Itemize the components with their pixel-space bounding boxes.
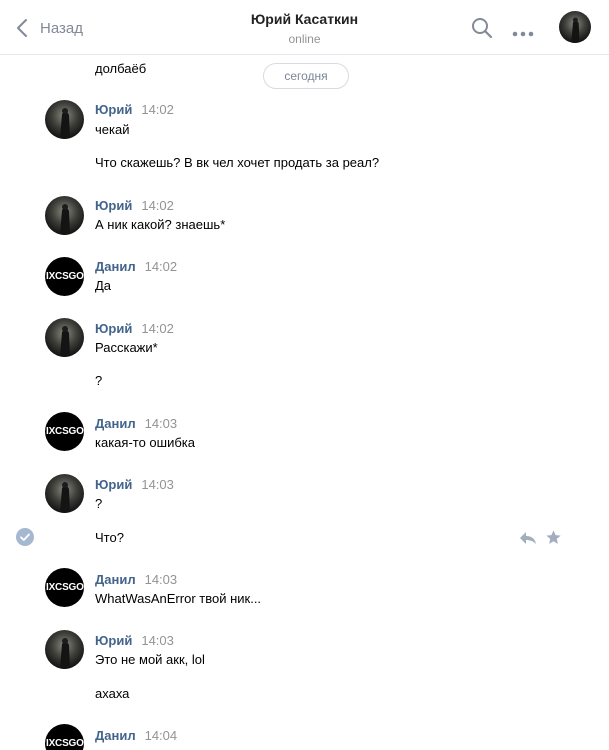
message-text: ?	[95, 373, 103, 388]
message-time[interactable]: 14:02	[145, 259, 178, 274]
avatar-text: IXCSGO	[46, 582, 84, 593]
avatar[interactable]	[45, 196, 84, 235]
avatar[interactable]	[45, 474, 84, 513]
message-text: ахаха	[95, 686, 130, 701]
message-header: Юрий 14:02	[95, 198, 174, 214]
message-time[interactable]: 14:03	[141, 633, 174, 648]
more-dots-icon[interactable]	[512, 24, 534, 42]
sender-name[interactable]: Данил	[95, 259, 136, 274]
message-header: Данил 14:03	[95, 416, 177, 432]
message-feed: долбаёб сегодня Юрий 14:02 чекай Что скаж…	[0, 55, 609, 750]
avatar[interactable]	[45, 318, 84, 357]
message-text: Расскажи*	[95, 340, 158, 355]
message-time[interactable]: 14:04	[145, 728, 178, 743]
message-text: какая-то ошибка	[95, 435, 195, 450]
sender-name[interactable]: Юрий	[95, 102, 132, 117]
message-time[interactable]: 14:03	[145, 572, 178, 587]
message-header: Данил 14:04	[95, 728, 177, 744]
date-divider[interactable]: сегодня	[263, 63, 349, 89]
message-text: WhatWasAnError твой ник...	[95, 591, 262, 606]
sender-name[interactable]: Данил	[95, 728, 136, 743]
reply-icon[interactable]	[519, 530, 537, 551]
message-text: Это не мой акк, lol	[95, 652, 205, 667]
avatar[interactable]: IXCSGO	[45, 724, 84, 750]
message-text: долбаёб	[95, 61, 147, 76]
message-header: Данил 14:02	[95, 259, 177, 275]
sender-name[interactable]: Юрий	[95, 477, 132, 492]
avatar-text: IXCSGO	[46, 738, 84, 749]
search-icon[interactable]	[471, 17, 493, 44]
message-header: Юрий 14:02	[95, 102, 174, 118]
avatar[interactable]	[45, 630, 84, 669]
message-text: Да	[95, 278, 112, 293]
message-text: чекай	[95, 122, 130, 137]
message-time[interactable]: 14:02	[141, 102, 174, 117]
avatar[interactable]	[45, 100, 84, 139]
message-time[interactable]: 14:02	[141, 321, 174, 336]
chat-header: Назад Юрий Касаткин online	[0, 0, 609, 55]
message-text: Что скажешь? В вк чел хочет продать за р…	[95, 155, 380, 170]
message-time[interactable]: 14:02	[141, 198, 174, 213]
message-text: Что?	[95, 530, 124, 545]
sender-name[interactable]: Данил	[95, 416, 136, 431]
avatar[interactable]: IXCSGO	[45, 257, 84, 296]
message-text: ?	[95, 496, 103, 511]
message-text: А ник какой? знаешь*	[95, 217, 226, 232]
contact-avatar[interactable]	[559, 11, 591, 43]
star-icon[interactable]	[545, 529, 562, 551]
message-time[interactable]: 14:03	[145, 416, 178, 431]
sender-name[interactable]: Юрий	[95, 321, 132, 336]
message-header: Данил 14:03	[95, 572, 177, 588]
message-time[interactable]: 14:03	[141, 477, 174, 492]
message-header: Юрий 14:03	[95, 633, 174, 649]
avatar-text: IXCSGO	[46, 426, 84, 437]
avatar[interactable]: IXCSGO	[45, 568, 84, 607]
avatar-text: IXCSGO	[46, 271, 84, 282]
sender-name[interactable]: Юрий	[95, 198, 132, 213]
sender-name[interactable]: Юрий	[95, 633, 132, 648]
sender-name[interactable]: Данил	[95, 572, 136, 587]
message-header: Юрий 14:03	[95, 477, 174, 493]
message-header: Юрий 14:02	[95, 321, 174, 337]
check-circle-icon[interactable]	[16, 528, 34, 546]
avatar[interactable]: IXCSGO	[45, 412, 84, 451]
